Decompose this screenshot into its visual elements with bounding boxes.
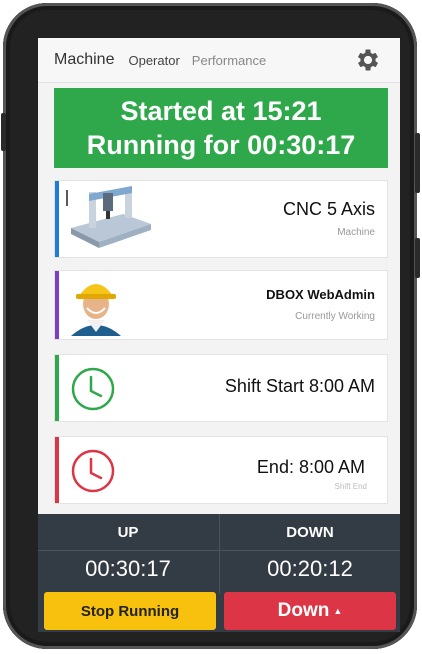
shift-end-card[interactable]: End: 8:00 AM Shift End <box>54 436 388 504</box>
stop-running-button[interactable]: Stop Running <box>44 592 216 630</box>
bottom-status-bar: UP 00:30:17 DOWN 00:20:12 Stop Running D… <box>38 514 400 632</box>
nav-link-operator[interactable]: Operator <box>128 53 179 68</box>
machine-label: Machine <box>337 227 375 238</box>
stop-running-label: Stop Running <box>80 602 180 620</box>
card-accent <box>55 181 59 257</box>
card-accent <box>55 437 59 503</box>
volume-button <box>1 113 6 151</box>
up-label: UP <box>117 524 139 541</box>
cnc-machine-image <box>66 186 151 248</box>
card-accent <box>55 271 59 339</box>
shift-end-time: End: 8:00 AM <box>256 457 365 477</box>
downtime-panel: DOWN 00:20:12 <box>220 514 400 594</box>
machine-name: CNC 5 Axis <box>282 199 375 219</box>
side-button <box>415 238 420 278</box>
app-screen: Machine Operator Performance Started at … <box>38 38 400 632</box>
nav-link-performance[interactable]: Performance <box>192 53 266 68</box>
machine-status-banner: Started at 15:21 Running for 00:30:17 <box>54 88 388 168</box>
down-label: DOWN <box>286 524 334 541</box>
shift-start-card[interactable]: Shift Start 8:00 AM <box>54 354 388 422</box>
shift-start-time: Shift Start 8:00 AM <box>224 376 375 396</box>
down-button[interactable]: Down ▲ <box>224 592 396 630</box>
clock-icon <box>71 449 115 493</box>
down-time: 00:20:12 <box>267 556 353 581</box>
operator-card[interactable]: DBOX WebAdmin Currently Working <box>54 270 388 340</box>
machine-card[interactable]: CNC 5 Axis Machine <box>54 180 388 258</box>
status-started-text: Started at 15:21 <box>120 96 322 126</box>
gear-icon[interactable] <box>354 46 382 74</box>
top-navbar: Machine Operator Performance <box>38 38 400 83</box>
worker-avatar <box>65 274 127 336</box>
nav-brand-machine[interactable]: Machine <box>54 51 114 69</box>
card-accent <box>55 355 59 421</box>
uptime-panel: UP 00:30:17 <box>38 514 218 594</box>
operator-name: DBOX WebAdmin <box>266 287 375 302</box>
up-time: 00:30:17 <box>85 556 171 581</box>
down-label: Down <box>277 600 330 621</box>
operator-status: Currently Working <box>295 311 375 322</box>
status-running-text: Running for 00:30:17 <box>86 130 356 160</box>
caret-up-icon: ▲ <box>333 606 343 616</box>
power-button <box>415 133 420 193</box>
divider <box>219 514 220 594</box>
clock-icon <box>71 367 115 411</box>
phone-frame: Machine Operator Performance Started at … <box>1 3 420 649</box>
shift-end-label: Shift End <box>334 482 367 491</box>
